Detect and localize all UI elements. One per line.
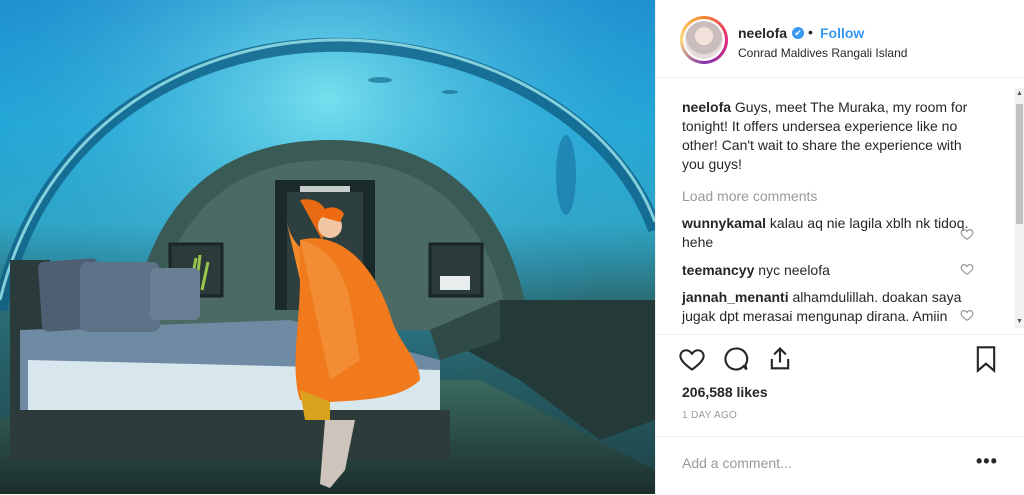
load-more-comments-button[interactable]: Load more comments (682, 188, 817, 204)
comment-icon[interactable] (722, 345, 750, 373)
like-comment-heart-icon[interactable] (960, 262, 974, 276)
caption: neelofa Guys, meet The Muraka, my room f… (682, 98, 982, 174)
like-comment-heart-icon[interactable] (960, 227, 974, 241)
bookmark-icon[interactable] (972, 345, 1000, 373)
comment-text: nyc neelofa (758, 262, 830, 278)
comment-username[interactable]: wunnykamal (682, 215, 766, 231)
follow-button[interactable]: Follow (820, 25, 864, 41)
verified-badge-icon: ✔ (792, 27, 804, 39)
heart-icon[interactable] (678, 345, 706, 373)
avatar-frame (683, 19, 725, 61)
like-comment-heart-icon[interactable] (960, 308, 974, 322)
scroll-thumb[interactable] (1016, 104, 1023, 224)
add-comment-bar: Add a comment... ••• (656, 436, 1024, 495)
scroll-up-arrow-icon[interactable]: ▲ (1016, 90, 1023, 98)
scroll-down-arrow-icon[interactable]: ▼ (1016, 318, 1023, 326)
action-bar (656, 334, 1024, 389)
post-photo[interactable] (0, 0, 655, 494)
share-icon[interactable] (766, 345, 794, 373)
location-link[interactable]: Conrad Maldives Rangali Island (738, 46, 907, 60)
header-username[interactable]: neelofa (738, 25, 787, 41)
instagram-post: neelofa ✔ • Follow Conrad Maldives Ranga… (0, 0, 1024, 494)
caption-username[interactable]: neelofa (682, 99, 731, 115)
post-header: neelofa ✔ • Follow Conrad Maldives Ranga… (656, 0, 1024, 78)
add-comment-input[interactable]: Add a comment... (682, 455, 792, 471)
post-side-panel: neelofa ✔ • Follow Conrad Maldives Ranga… (655, 0, 1024, 494)
underwater-bedroom-illustration (0, 0, 655, 494)
comment-item: jannah_menanti alhamdulillah. doakan say… (682, 288, 972, 326)
comments-scrollbar[interactable]: ▲ ▼ (1015, 88, 1024, 328)
comments-list: neelofa Guys, meet The Muraka, my room f… (656, 78, 1016, 334)
more-options-icon[interactable]: ••• (976, 451, 998, 472)
comment-item: wunnykamal kalau aq nie lagila xblh nk t… (682, 214, 972, 252)
header-separator: • (808, 24, 813, 40)
avatar[interactable] (680, 16, 728, 64)
likes-count[interactable]: 206,588 likes (682, 384, 768, 400)
comment-username[interactable]: jannah_menanti (682, 289, 789, 305)
comment-username[interactable]: teemancyy (682, 262, 754, 278)
post-timestamp[interactable]: 1 DAY AGO (682, 410, 737, 421)
comment-item: teemancyy nyc neelofa (682, 261, 972, 280)
avatar-image (685, 21, 723, 59)
